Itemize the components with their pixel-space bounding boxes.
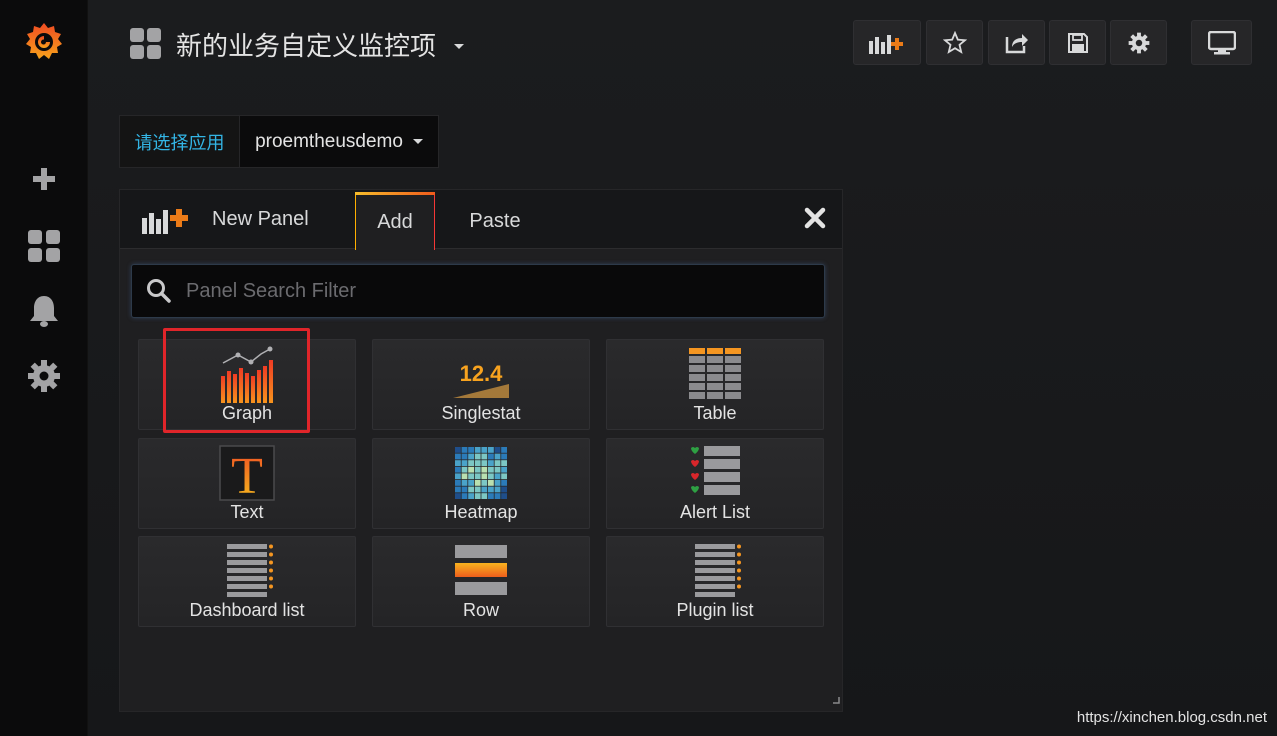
panel-type-table[interactable]: Table: [606, 339, 824, 430]
panel-type-singlestat[interactable]: 12.4 Singlestat: [372, 339, 590, 430]
text-icon-glyph: T: [231, 448, 263, 501]
alert-list-icon: [607, 445, 823, 501]
panel-type-label: Table: [693, 403, 737, 423]
panel-type-heatmap[interactable]: Heatmap: [372, 438, 590, 529]
settings-button[interactable]: [1110, 20, 1167, 65]
watermark: https://xinchen.blog.csdn.net: [1076, 709, 1267, 726]
panel-type-row[interactable]: Row: [372, 536, 590, 627]
page-title: 新的业务自定义监控项: [176, 31, 437, 62]
share-icon: [1005, 33, 1028, 53]
add-panel-icon: [869, 34, 903, 54]
save-button[interactable]: [1049, 20, 1106, 65]
close-icon[interactable]: [804, 207, 826, 234]
bell-icon[interactable]: [0, 289, 88, 333]
chevron-down-icon: [412, 139, 423, 144]
tv-mode-icon: [1207, 30, 1236, 54]
resize-handle-icon[interactable]: [832, 691, 840, 709]
share-button[interactable]: [988, 20, 1045, 65]
panel-search-field[interactable]: [131, 264, 825, 318]
singlestat-icon-text: 12.4: [460, 361, 504, 386]
dashboard-list-icon: [139, 543, 355, 599]
singlestat-icon: 12.4: [373, 346, 589, 404]
graph-icon: [139, 346, 355, 404]
row-icon: [373, 543, 589, 599]
grafana-logo-icon[interactable]: [0, 20, 88, 64]
plus-icon[interactable]: [0, 157, 88, 201]
gear-icon[interactable]: [0, 354, 88, 398]
tab-add[interactable]: Add: [355, 192, 435, 250]
star-icon: [942, 30, 967, 54]
dashboards-grid-icon: [130, 28, 161, 59]
star-button[interactable]: [926, 20, 983, 65]
add-panel-button[interactable]: [853, 20, 921, 65]
search-input[interactable]: [186, 279, 806, 303]
panel-type-label: Row: [462, 600, 499, 620]
panel-type-label: Heatmap: [444, 502, 518, 522]
panel-type-label: Singlestat: [441, 403, 521, 423]
panel-type-dashboard-list[interactable]: Dashboard list: [138, 536, 356, 627]
panel-title-text: New Panel: [212, 208, 309, 230]
panel-type-label: Dashboard list: [189, 600, 305, 620]
search-icon: [147, 279, 171, 303]
variable-value: proemtheusdemo: [255, 130, 403, 152]
dashboards-grid-icon[interactable]: [0, 224, 88, 268]
variable-label: 请选择应用: [119, 115, 239, 168]
sidebar: [0, 0, 88, 736]
panel-type-plugin-list[interactable]: Plugin list: [606, 536, 824, 627]
variable-select[interactable]: proemtheusdemo: [239, 115, 439, 168]
panel-type-label: Alert List: [679, 502, 751, 522]
table-icon: [607, 348, 823, 404]
panel-type-alert-list[interactable]: Alert List: [606, 438, 824, 529]
panel-type-label: Plugin list: [676, 600, 754, 620]
panel-type-label: Text: [230, 502, 264, 522]
main-area: 新的业务自定义监控项 请选择应用 proemtheusdemo New Pane…: [88, 0, 1277, 736]
panel-type-label: Graph: [221, 403, 273, 423]
settings-icon: [1128, 32, 1149, 53]
tv-mode-button[interactable]: [1191, 20, 1252, 65]
panel-type-text[interactable]: T Text: [138, 438, 356, 529]
panel-header: New Panel Add Paste: [120, 190, 842, 250]
new-panel: New Panel Add Paste Panel Search Filter …: [119, 189, 843, 712]
text-icon: T: [139, 445, 355, 501]
tab-add-label: Add: [377, 211, 413, 233]
panel-title: New Panel: [140, 190, 309, 249]
heatmap-icon: [373, 445, 589, 501]
plugin-list-icon: [607, 543, 823, 599]
save-icon: [1067, 32, 1088, 53]
panel-type-graph[interactable]: Graph: [138, 339, 356, 430]
tab-paste[interactable]: Paste: [450, 192, 540, 250]
tab-paste-label: Paste: [469, 209, 521, 232]
add-panel-icon: [142, 208, 188, 234]
chevron-down-icon: [454, 43, 465, 49]
dashboard-title-dropdown[interactable]: 新的业务自定义监控项: [130, 24, 465, 64]
